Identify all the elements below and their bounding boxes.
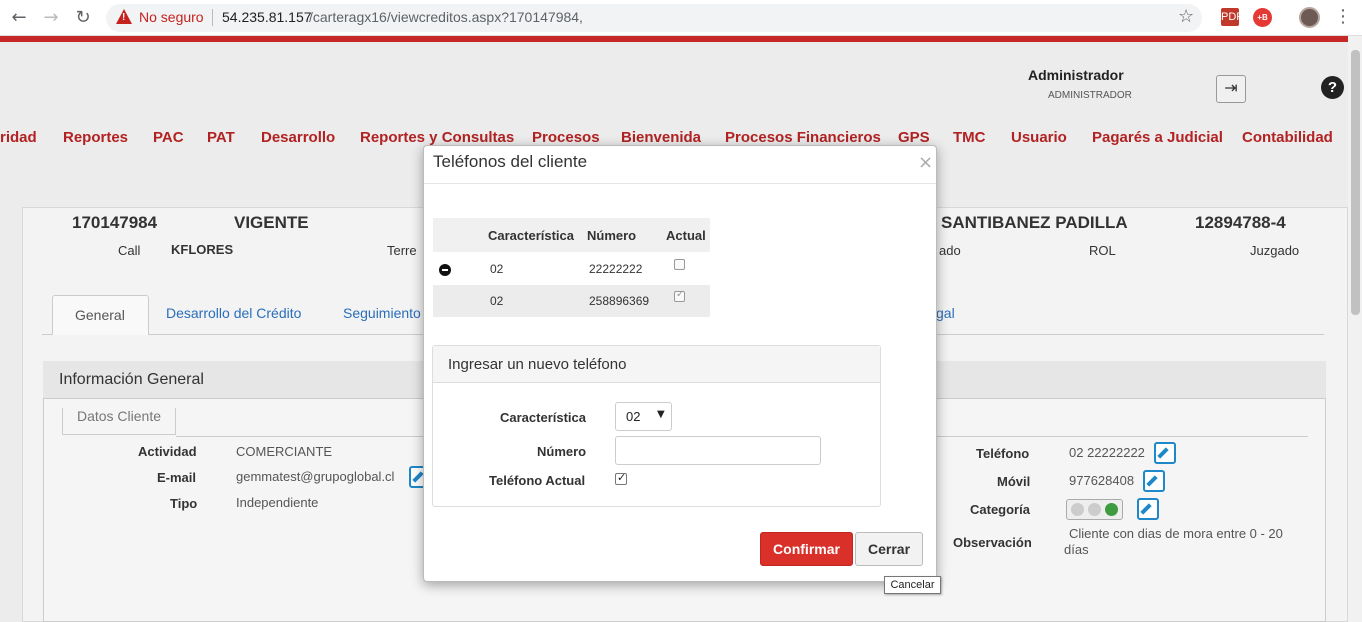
menu-item-pat[interactable]: PAT: [207, 129, 235, 146]
email-value: gemmatest@grupoglobal.cl: [236, 469, 395, 484]
table-row: [433, 285, 710, 317]
chevron-down-icon: ▼: [657, 409, 665, 420]
col-numero: Número: [587, 228, 637, 243]
user-name: Administrador: [1028, 67, 1124, 83]
telefono-actual-checkbox[interactable]: [615, 471, 627, 485]
actividad-label: Actividad: [138, 444, 197, 459]
row1-numero: 22222222: [589, 262, 643, 276]
menu-item-tmc[interactable]: TMC: [953, 129, 986, 146]
menu-item-reportes-consultas[interactable]: Reportes y Consultas: [360, 129, 514, 146]
status-sub-label: ado: [939, 243, 961, 258]
menu-item-reportes[interactable]: Reportes: [63, 129, 128, 146]
menu-item-gps[interactable]: GPS: [898, 129, 930, 146]
call-value: KFLORES: [171, 242, 234, 257]
url-path[interactable]: /carteragx16/viewcreditos.aspx?170147984…: [309, 9, 583, 25]
movil-label: Móvil: [997, 474, 1031, 489]
telefono-actual-label: Teléfono Actual: [489, 473, 586, 488]
client-name: SANTIBANEZ PADILLA: [941, 213, 1128, 232]
observacion-line-2: días: [1064, 542, 1089, 557]
credit-status: VIGENTE: [234, 213, 309, 232]
tab-seguimiento[interactable]: Seguimiento: [343, 305, 421, 321]
menu-item-desarrollo[interactable]: Desarrollo: [261, 129, 335, 146]
back-icon[interactable]: ←: [7, 6, 31, 30]
movil-value: 977628408: [1069, 473, 1135, 488]
menu-item-seguridad[interactable]: ridad: [0, 129, 37, 146]
pdf-extension-icon[interactable]: PDF: [1221, 8, 1243, 26]
actividad-value: COMERCIANTE: [236, 444, 333, 459]
logout-button[interactable]: ⇥: [1216, 75, 1246, 103]
category-dot-2: [1088, 503, 1101, 516]
edit-categoria-icon[interactable]: [1137, 498, 1159, 520]
menu-item-pagares-judicial[interactable]: Pagarés a Judicial: [1092, 129, 1223, 146]
page-scroll-thumb[interactable]: [1351, 50, 1360, 315]
territory-label: Terre: [387, 243, 417, 258]
url-host[interactable]: 54.235.81.157: [222, 9, 312, 25]
browser-menu-icon[interactable]: ⋮: [1334, 6, 1352, 27]
row2-actual-checkbox: [674, 289, 685, 302]
telefono-label: Teléfono: [976, 446, 1030, 461]
menu-item-usuario[interactable]: Usuario: [1011, 129, 1067, 146]
modal-close-icon[interactable]: ×: [918, 152, 933, 173]
numero-label: Número: [537, 444, 587, 459]
call-label: Call: [118, 243, 141, 258]
menu-item-procesos-financieros[interactable]: Procesos Financieros: [725, 129, 881, 146]
new-phone-title: Ingresar un nuevo teléfono: [448, 356, 627, 373]
modal-header-divider: [424, 183, 936, 184]
tipo-label: Tipo: [170, 496, 198, 511]
menu-item-bienvenida[interactable]: Bienvenida: [621, 129, 701, 146]
tab-general[interactable]: General: [52, 295, 149, 335]
email-label: E-mail: [157, 470, 197, 485]
categoria-indicator: [1066, 499, 1123, 520]
security-status[interactable]: No seguro: [139, 9, 204, 25]
rol-label: ROL: [1089, 243, 1116, 258]
category-dot-3: [1105, 503, 1118, 516]
telefono-value: 02 22222222: [1069, 445, 1145, 460]
extension-icon[interactable]: +B: [1253, 8, 1272, 27]
col-caracteristica: Característica: [488, 228, 574, 243]
remove-phone-icon[interactable]: [439, 264, 451, 276]
edit-telefono-icon[interactable]: [1154, 442, 1176, 464]
credit-id: 170147984: [72, 213, 158, 232]
tab-desarrollo-credito[interactable]: Desarrollo del Crédito: [166, 305, 301, 321]
row2-caracteristica: 02: [490, 294, 504, 308]
info-panel-title: Información General: [59, 371, 204, 388]
caracteristica-select-value: 02: [626, 409, 641, 424]
menu-item-pac[interactable]: PAC: [153, 129, 184, 146]
help-icon[interactable]: ?: [1321, 76, 1344, 99]
profile-avatar[interactable]: [1299, 7, 1320, 28]
client-data-legend: Datos Cliente: [62, 408, 176, 435]
forward-icon[interactable]: →: [39, 6, 63, 30]
client-rut: 12894788-4: [1195, 213, 1286, 232]
edit-movil-icon[interactable]: [1143, 470, 1165, 492]
caracteristica-label: Característica: [500, 410, 586, 425]
juzgado-label: Juzgado: [1250, 243, 1300, 258]
address-separator: [212, 9, 213, 26]
tab-general-label: General: [75, 307, 125, 323]
col-actual: Actual: [666, 228, 706, 243]
warning-icon[interactable]: [116, 9, 132, 24]
cancel-tooltip: Cancelar: [884, 576, 941, 594]
numero-input[interactable]: [615, 436, 821, 465]
category-dot-1: [1071, 503, 1084, 516]
row1-actual-checkbox: [674, 259, 685, 270]
menu-item-procesos[interactable]: Procesos: [532, 129, 600, 146]
observacion-label: Observación: [953, 535, 1032, 550]
reload-icon[interactable]: ↻: [71, 6, 95, 30]
observacion-line-1: Cliente con dias de mora entre 0 - 20: [1069, 526, 1283, 541]
row1-caracteristica: 02: [490, 262, 504, 276]
close-button[interactable]: Cerrar: [855, 532, 923, 566]
confirm-button[interactable]: Confirmar: [760, 532, 853, 566]
categoria-label: Categoría: [970, 502, 1030, 517]
bookmark-star-icon[interactable]: ☆: [1178, 6, 1194, 27]
tab-legal[interactable]: gal: [936, 305, 955, 321]
user-role: ADMINISTRADOR: [1048, 90, 1132, 101]
menu-item-contabilidad[interactable]: Contabilidad: [1242, 129, 1333, 146]
tipo-value: Independiente: [236, 495, 319, 510]
row2-numero: 258896369: [589, 294, 650, 308]
table-row: [433, 252, 710, 285]
modal-title: Teléfonos del cliente: [433, 152, 588, 171]
